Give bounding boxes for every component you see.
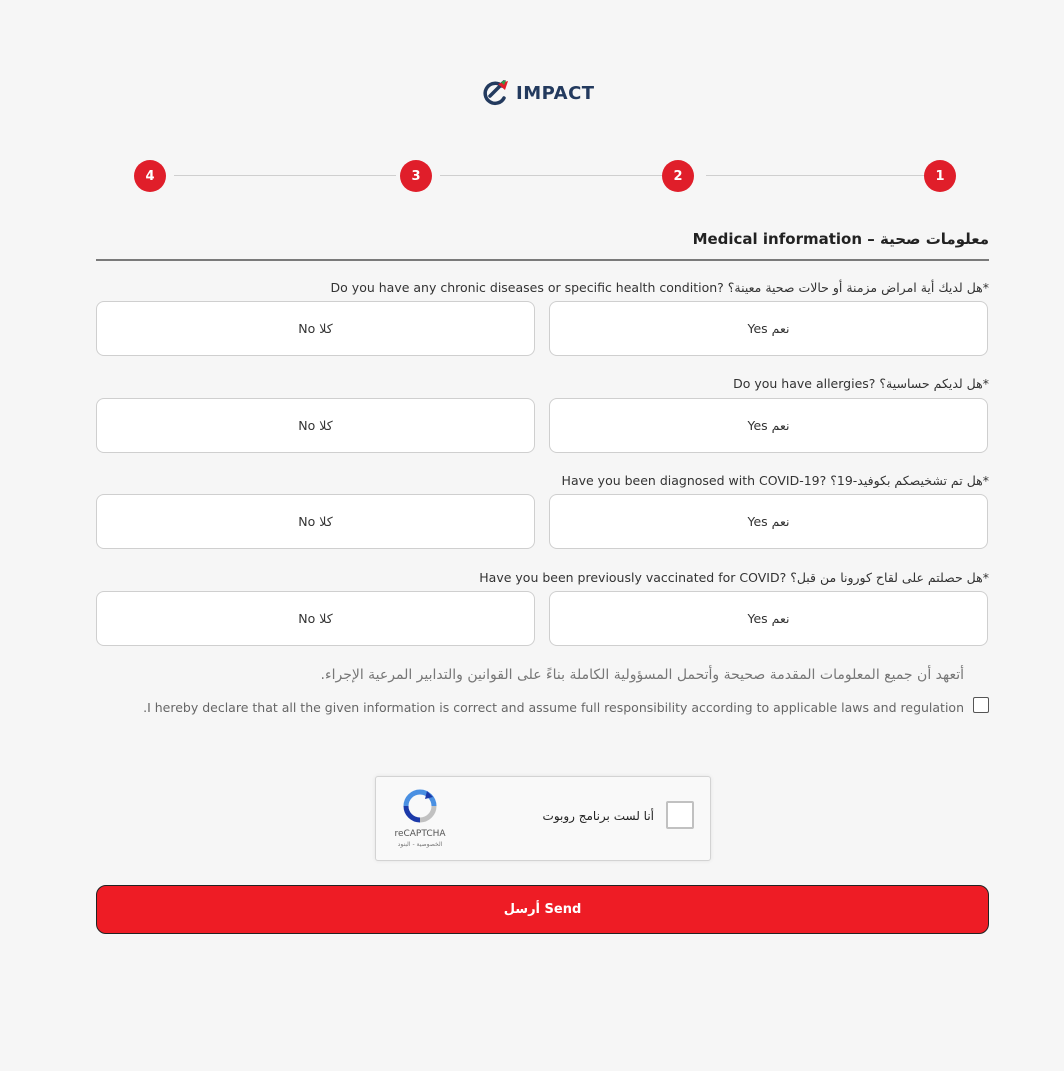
section-divider [96, 259, 989, 261]
answer-yes-button[interactable]: Yes نعم [549, 494, 988, 549]
declaration-arabic-text: أتعهد أن جميع المعلومات المقدمة صحيحة وأ… [320, 667, 964, 683]
question-covid-diagnosis: Have you been diagnosed with COVID-19? ه… [561, 473, 989, 488]
step-3[interactable]: 3 [400, 160, 432, 192]
send-button[interactable]: أرسل Send [96, 885, 989, 934]
progress-stepper: 4 3 2 1 [130, 160, 964, 192]
step-2[interactable]: 2 [662, 160, 694, 192]
answer-no-button[interactable]: No كلا [96, 591, 535, 646]
recaptcha-widget: reCAPTCHA الخصوصية - البنود أنا لست برنا… [375, 776, 711, 861]
declaration-checkbox[interactable] [973, 697, 989, 713]
recaptcha-checkbox[interactable] [666, 801, 694, 829]
answer-no-button[interactable]: No كلا [96, 494, 535, 549]
stepper-connector [440, 175, 662, 176]
section-title: Medical information – معلومات صحية [692, 230, 989, 248]
answer-no-button[interactable]: No كلا [96, 301, 535, 356]
brand-logo: IMPACT [480, 80, 595, 106]
declaration-english-text: I hereby declare that all the given info… [143, 700, 964, 715]
recaptcha-icon [403, 789, 437, 823]
stepper-connector [706, 175, 928, 176]
step-1[interactable]: 1 [924, 160, 956, 192]
recaptcha-logo: reCAPTCHA الخصوصية - البنود [388, 789, 452, 848]
recaptcha-privacy-terms[interactable]: الخصوصية - البنود [388, 841, 452, 848]
answer-no-button[interactable]: No كلا [96, 398, 535, 453]
question-chronic-diseases: Do you have any chronic diseases or spec… [330, 280, 989, 295]
recaptcha-brand: reCAPTCHA [394, 829, 446, 839]
answer-yes-button[interactable]: Yes نعم [549, 301, 988, 356]
recaptcha-label: أنا لست برنامج روبوت [542, 809, 654, 823]
stepper-connector [174, 175, 396, 176]
brand-name: IMPACT [516, 82, 595, 104]
question-allergies: Do you have allergies? هل لديكم حساسية؟* [733, 376, 989, 391]
answer-yes-button[interactable]: Yes نعم [549, 591, 988, 646]
impact-logo-icon [483, 80, 508, 106]
answer-yes-button[interactable]: Yes نعم [549, 398, 988, 453]
question-covid-vaccination: Have you been previously vaccinated for … [479, 570, 989, 585]
page: IMPACT 4 3 2 1 Medical information – معل… [0, 0, 1064, 1071]
step-4[interactable]: 4 [134, 160, 166, 192]
